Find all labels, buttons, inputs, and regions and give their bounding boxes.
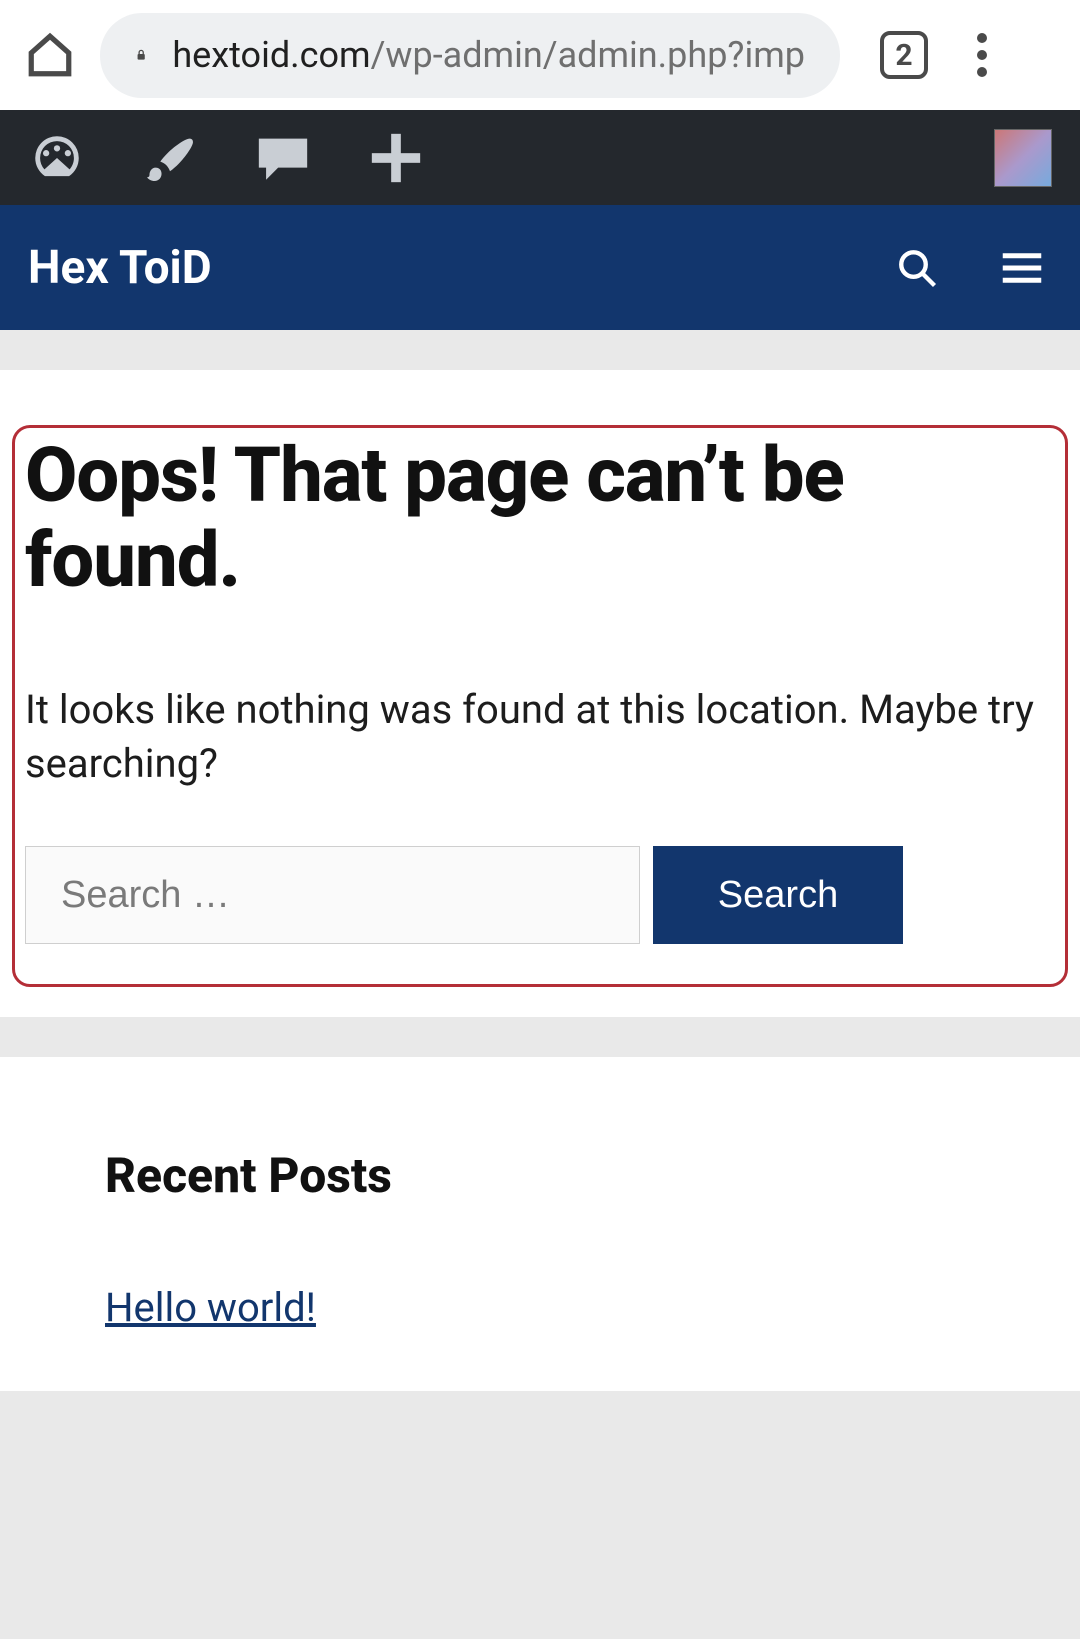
tabs-button[interactable]: 2	[880, 31, 928, 79]
recent-posts-section: Recent Posts Hello world!	[0, 1057, 1080, 1391]
plus-icon	[367, 129, 425, 187]
url-host: hextoid.com	[172, 34, 370, 76]
search-button[interactable]: Search	[653, 846, 903, 944]
wp-admin-bar	[0, 110, 1080, 205]
comment-icon	[254, 133, 312, 183]
dashboard-icon	[28, 129, 86, 187]
browser-chrome: hextoid.com/wp-admin/admin.php?imp 2	[0, 0, 1080, 110]
url-bar[interactable]: hextoid.com/wp-admin/admin.php?imp	[100, 13, 840, 98]
overflow-menu-button[interactable]	[958, 31, 1006, 79]
recent-posts-heading: Recent Posts	[105, 1147, 975, 1204]
home-button[interactable]	[20, 25, 80, 85]
home-icon	[25, 30, 75, 80]
error-404-box: Oops! That page can’t be found. It looks…	[12, 425, 1068, 987]
lock-icon	[135, 38, 147, 72]
customize-button[interactable]	[141, 129, 199, 187]
error-heading: Oops! That page can’t be found.	[25, 433, 1055, 603]
hamburger-icon	[1001, 251, 1043, 285]
hamburger-menu-button[interactable]	[992, 238, 1052, 298]
error-message: It looks like nothing was found at this …	[25, 683, 1055, 791]
divider	[0, 1017, 1080, 1057]
dashboard-button[interactable]	[28, 129, 86, 187]
search-icon	[896, 247, 938, 289]
avatar[interactable]	[994, 129, 1052, 187]
brush-icon	[141, 129, 199, 187]
main-content: Oops! That page can’t be found. It looks…	[0, 370, 1080, 1017]
url-text: hextoid.com/wp-admin/admin.php?imp	[172, 34, 805, 76]
search-input[interactable]	[25, 846, 640, 944]
tab-count-value: 2	[895, 38, 912, 73]
overflow-icon	[977, 33, 987, 77]
search-form: Search	[25, 846, 1055, 944]
site-header: Hex ToiD	[0, 205, 1080, 330]
header-search-button[interactable]	[887, 238, 947, 298]
comments-button[interactable]	[254, 129, 312, 187]
site-title[interactable]: Hex ToiD	[28, 241, 842, 295]
divider	[0, 330, 1080, 370]
recent-post-link[interactable]: Hello world!	[105, 1284, 316, 1331]
url-path: /wp-admin/admin.php?imp	[371, 34, 805, 76]
add-new-button[interactable]	[367, 129, 425, 187]
